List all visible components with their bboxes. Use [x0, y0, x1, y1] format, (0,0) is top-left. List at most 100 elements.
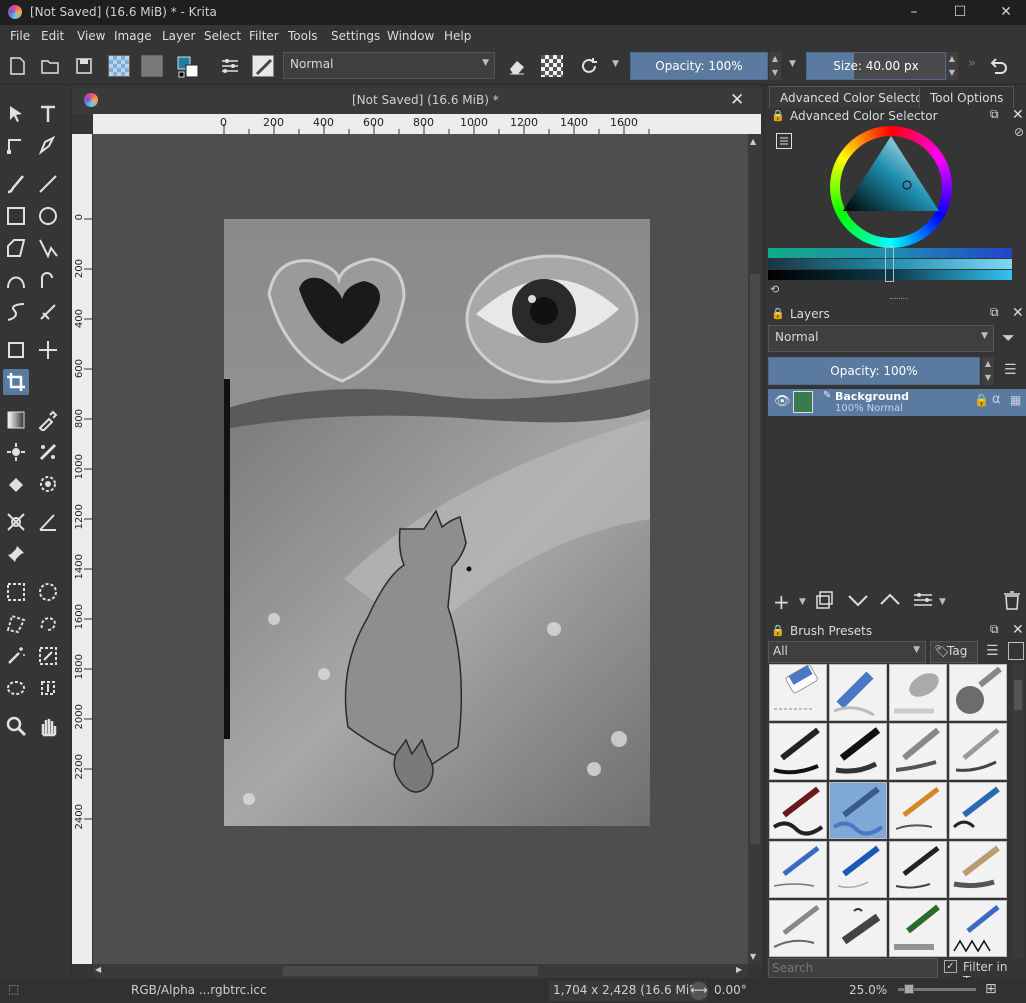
- reload-preset-icon[interactable]: [578, 55, 600, 77]
- measure-tool-icon[interactable]: [3, 509, 29, 535]
- reference-pin-icon[interactable]: [3, 541, 29, 567]
- gradient-tool-icon[interactable]: [3, 407, 29, 433]
- float-panel-icon[interactable]: ⧉: [990, 305, 999, 320]
- lock-icon[interactable]: 🔒: [771, 109, 785, 122]
- open-document-icon[interactable]: [39, 55, 61, 77]
- tag-button[interactable]: Tag 🏷: [930, 641, 978, 663]
- brush-preset-ink-brush-icon[interactable]: [829, 723, 887, 780]
- float-panel-icon[interactable]: ⧉: [990, 622, 999, 637]
- lock-layer-icon[interactable]: 🔒: [974, 393, 989, 407]
- brush-preset-soft-eraser-icon[interactable]: [889, 664, 947, 721]
- brush-preset-marker-icon[interactable]: [889, 723, 947, 780]
- brush-preset-selected-wet-icon[interactable]: [829, 782, 887, 839]
- no-color-icon[interactable]: ⊘: [1014, 125, 1024, 139]
- similar-select-icon[interactable]: [35, 643, 61, 669]
- bezier-curve-icon[interactable]: [3, 267, 29, 293]
- eraser-mode-icon[interactable]: [506, 55, 528, 77]
- brush-preset-airbrush-icon[interactable]: [949, 664, 1007, 721]
- scroll-up-icon[interactable]: ▲: [750, 137, 756, 146]
- brush-preset-round-brush-icon[interactable]: [889, 782, 947, 839]
- close-panel-icon[interactable]: ✕: [1012, 107, 1024, 123]
- polyline-tool-icon[interactable]: [35, 235, 61, 261]
- pattern-preset-icon[interactable]: [141, 55, 163, 77]
- bezier-select-icon[interactable]: [3, 675, 29, 701]
- brush-preset-pencil-icon[interactable]: [769, 841, 827, 898]
- color-picker-icon[interactable]: [35, 407, 61, 433]
- float-panel-icon[interactable]: ⧉: [990, 107, 999, 122]
- close-icon[interactable]: ✕: [995, 2, 1017, 22]
- close-document-icon[interactable]: ✕: [730, 90, 744, 110]
- menu-window[interactable]: Window: [387, 29, 434, 43]
- brush-presets-scrollbar[interactable]: [1012, 664, 1024, 958]
- ellipse-tool-icon[interactable]: [35, 203, 61, 229]
- chevron-down-icon[interactable]: ▼: [612, 59, 619, 69]
- multibrush-icon[interactable]: [35, 299, 61, 325]
- duplicate-layer-icon[interactable]: [816, 591, 834, 609]
- magic-wand-icon[interactable]: [3, 643, 29, 669]
- save-icon[interactable]: [73, 55, 95, 77]
- minimize-icon[interactable]: –: [903, 2, 925, 22]
- move-tool-icon[interactable]: [35, 337, 61, 363]
- color-selector-settings-icon[interactable]: [776, 133, 792, 149]
- zoom-slider-handle[interactable]: [904, 984, 914, 994]
- menu-tools[interactable]: Tools: [288, 29, 318, 43]
- layer-opacity-spin[interactable]: ▲ ▼: [982, 357, 994, 385]
- line-tool-icon[interactable]: [35, 171, 61, 197]
- vertical-scroll-thumb[interactable]: [750, 274, 760, 844]
- painting-image[interactable]: [224, 219, 650, 826]
- menu-view[interactable]: View: [77, 29, 105, 43]
- freehand-select-icon[interactable]: [35, 611, 61, 637]
- zoom-slider[interactable]: [898, 984, 976, 994]
- scroll-left-icon[interactable]: ◀: [95, 965, 101, 974]
- gradient-preset-icon[interactable]: [108, 55, 130, 77]
- tab-tool-options[interactable]: Tool Options: [919, 86, 1015, 108]
- freehand-path-icon[interactable]: [35, 267, 61, 293]
- layer-properties-icon[interactable]: [912, 590, 934, 610]
- pan-tool-icon[interactable]: [35, 713, 61, 739]
- polygon-select-icon[interactable]: [3, 611, 29, 637]
- brush-preset-stamp-icon[interactable]: [829, 900, 887, 957]
- undo-icon[interactable]: [987, 55, 1009, 77]
- chevron-down-icon[interactable]: ▼: [799, 597, 806, 607]
- toolbar-overflow-icon[interactable]: »: [968, 56, 976, 71]
- brush-tag-filter-dropdown[interactable]: All ▼: [768, 641, 926, 663]
- hamburger-menu-icon[interactable]: ☰: [1004, 362, 1017, 378]
- document-tab[interactable]: [Not Saved] (16.6 MiB) * ✕: [72, 88, 762, 114]
- move-layer-down-icon[interactable]: [847, 590, 869, 610]
- brush-preset-flat-brush-icon[interactable]: [949, 782, 1007, 839]
- freehand-brush-icon[interactable]: [3, 171, 29, 197]
- menu-filter[interactable]: Filter: [249, 29, 279, 43]
- polygon-tool-icon[interactable]: [3, 235, 29, 261]
- menu-edit[interactable]: Edit: [41, 29, 64, 43]
- rotation-reset-icon[interactable]: ⟷: [690, 982, 708, 1000]
- brush-preset-hatching-icon[interactable]: [949, 900, 1007, 957]
- filter-icon[interactable]: ⏷: [1002, 328, 1015, 348]
- splitter-handle[interactable]: [890, 298, 908, 301]
- inherit-alpha-icon[interactable]: ▦: [1010, 393, 1021, 407]
- layer-opacity-slider[interactable]: Opacity: 100%: [768, 357, 980, 385]
- scroll-right-icon[interactable]: ▶: [736, 965, 742, 974]
- menu-layer[interactable]: Layer: [162, 29, 195, 43]
- menu-settings[interactable]: Settings: [331, 29, 380, 43]
- brush-preset-blur-icon[interactable]: [829, 664, 887, 721]
- opacity-slider[interactable]: Opacity: 100%: [630, 52, 768, 80]
- select-shapes-icon[interactable]: [3, 101, 29, 127]
- close-panel-icon[interactable]: ✕: [1012, 305, 1024, 321]
- menu-image[interactable]: Image: [114, 29, 152, 43]
- brush-settings-icon[interactable]: [219, 55, 241, 77]
- size-spin-buttons[interactable]: ▲ ▼: [946, 52, 958, 80]
- fill-tool-icon[interactable]: [3, 471, 29, 497]
- tab-advanced-color-selector[interactable]: Advanced Color Selector: [769, 86, 939, 108]
- edit-shapes-icon[interactable]: [3, 132, 29, 158]
- menu-help[interactable]: Help: [444, 29, 471, 43]
- move-layer-up-icon[interactable]: [879, 590, 901, 610]
- menu-select[interactable]: Select: [204, 29, 241, 43]
- add-layer-icon[interactable]: +: [773, 590, 790, 614]
- smart-patch-icon[interactable]: [3, 439, 29, 465]
- brush-preset-brush-pen-icon[interactable]: [769, 782, 827, 839]
- layer-blend-dropdown[interactable]: Normal ▼: [768, 325, 994, 352]
- angle-tool-icon[interactable]: [35, 509, 61, 535]
- hamburger-menu-icon[interactable]: ☰: [986, 643, 999, 659]
- brush-preset-graphite-icon[interactable]: [949, 841, 1007, 898]
- selection-mode-icon[interactable]: ⬚: [8, 982, 19, 996]
